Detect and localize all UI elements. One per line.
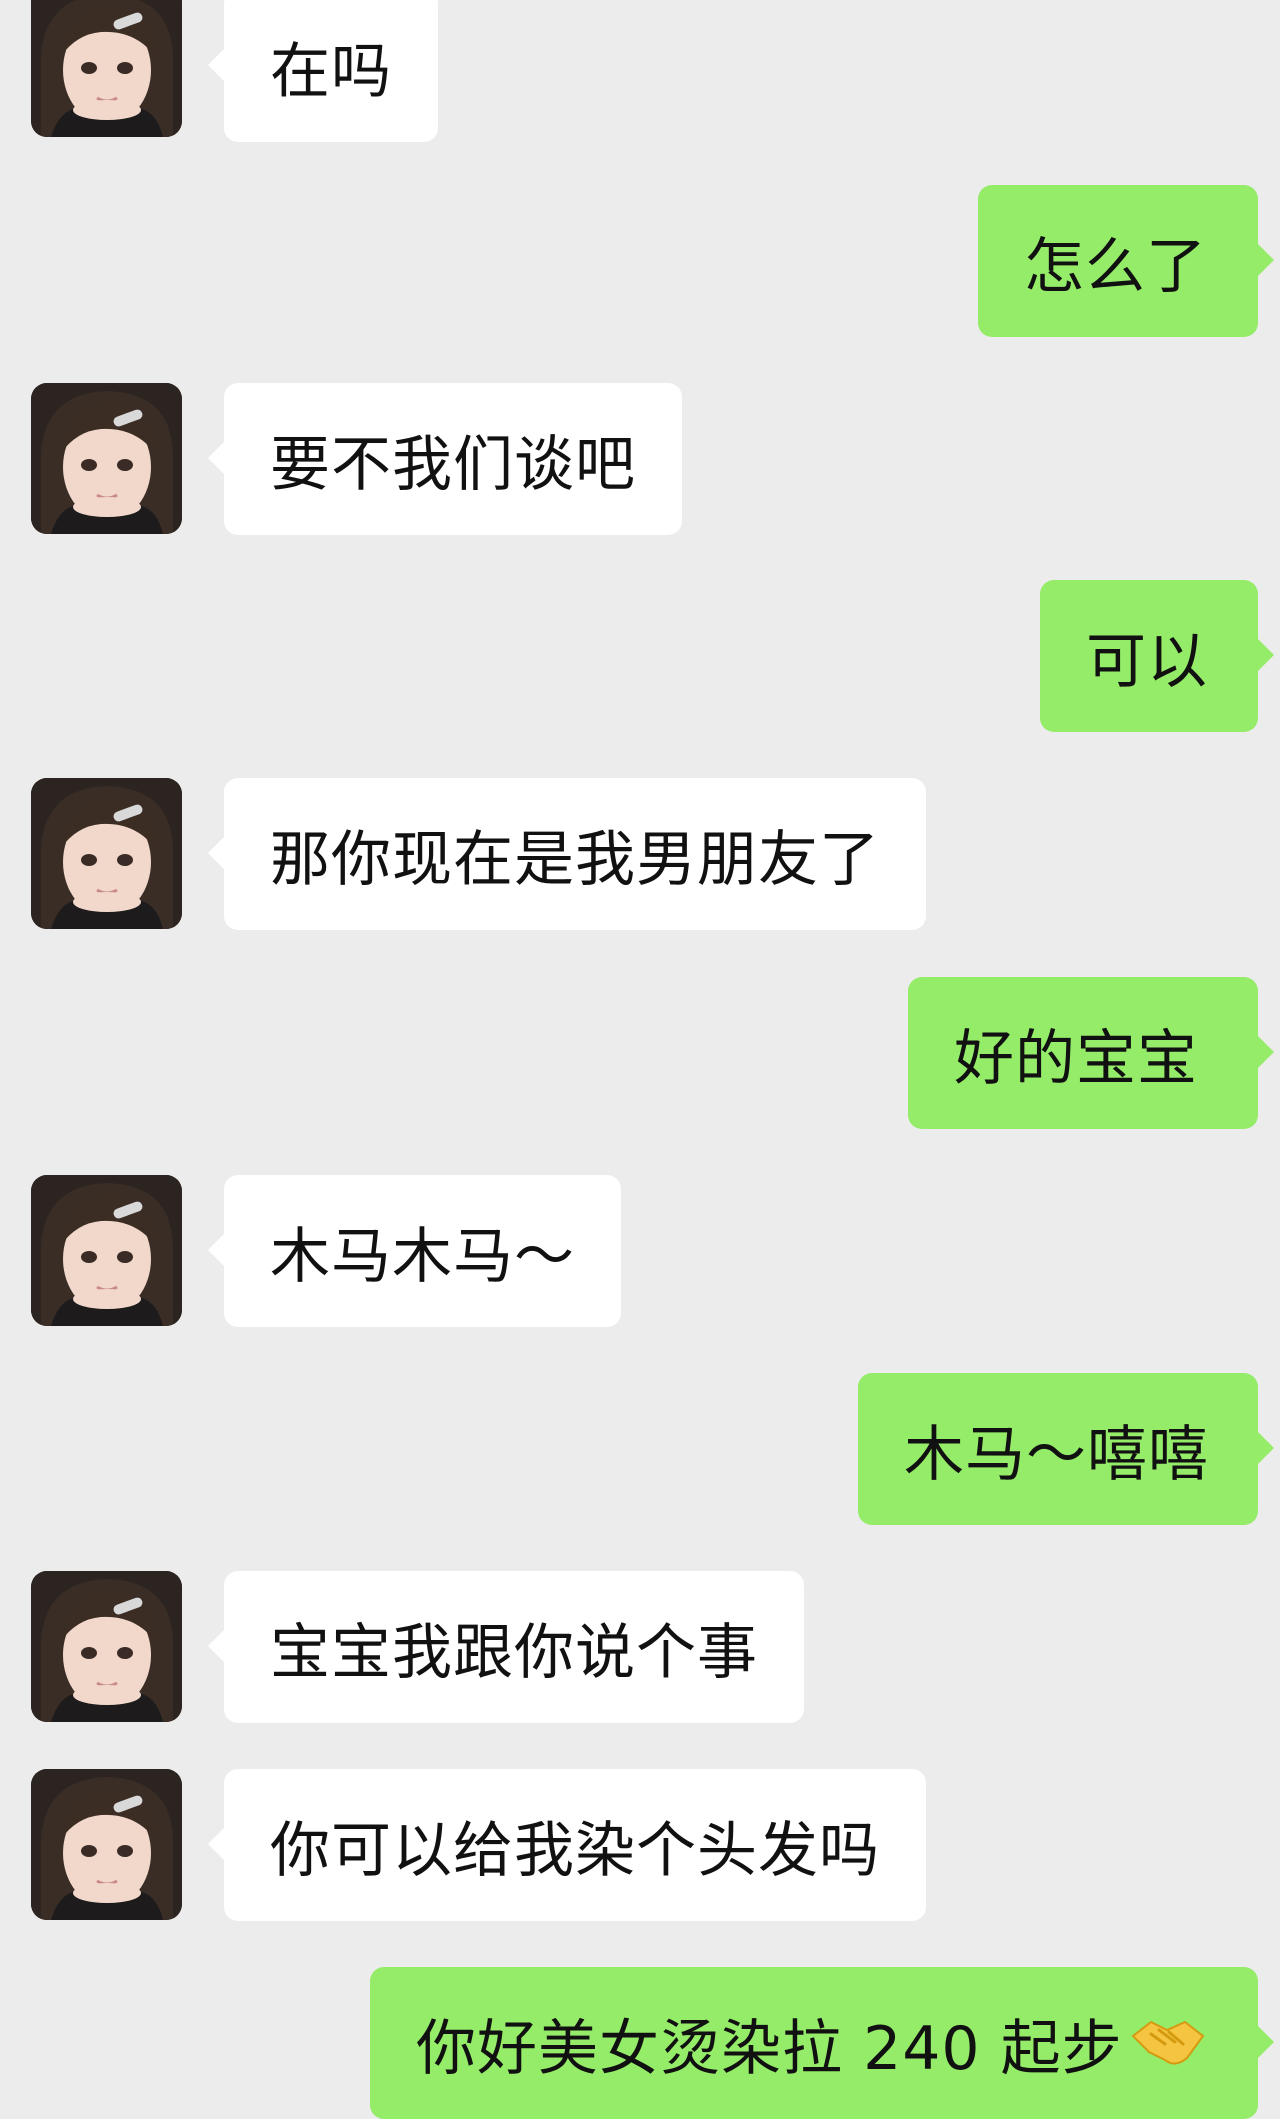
girl-avatar-icon [31,1769,182,1920]
girl-avatar-icon [31,1571,182,1722]
contact-avatar[interactable] [31,383,182,534]
girl-avatar-icon [31,778,182,929]
outgoing-message-bubble[interactable]: 怎么了 [978,185,1274,337]
incoming-message-bubble[interactable]: 你可以给我染个头发吗 [208,1769,926,1921]
message-text: 木马～嘻嘻 [904,1419,1209,1490]
message-text: 怎么了 [1024,231,1207,302]
contact-avatar[interactable] [31,778,182,929]
message-text: 你好美女烫染拉 240 起步 [416,2013,1123,2084]
message-text: 你可以给我染个头发吗 [270,1815,880,1886]
incoming-message-bubble[interactable]: 要不我们谈吧 [208,383,682,535]
girl-avatar-icon [31,383,182,534]
contact-avatar[interactable] [31,1175,182,1326]
outgoing-message-bubble[interactable]: 可以 [1040,580,1274,732]
message-text: 宝宝我跟你说个事 [270,1617,758,1688]
handshake-emoji-icon [1129,2014,1207,2072]
incoming-message-bubble[interactable]: 木马木马～ [208,1175,621,1327]
contact-avatar[interactable] [31,0,182,137]
contact-avatar[interactable] [31,1571,182,1722]
message-text: 要不我们谈吧 [270,429,636,500]
outgoing-message-bubble[interactable]: 你好美女烫染拉 240 起步 [370,1967,1274,2119]
outgoing-message-bubble[interactable]: 木马～嘻嘻 [858,1373,1274,1525]
message-text: 可以 [1086,626,1208,697]
contact-avatar[interactable] [31,1769,182,1920]
incoming-message-bubble[interactable]: 宝宝我跟你说个事 [208,1571,804,1723]
message-text: 在吗 [270,36,392,107]
incoming-message-bubble[interactable]: 在吗 [208,0,438,142]
message-text: 那你现在是我男朋友了 [270,824,880,895]
incoming-message-bubble[interactable]: 那你现在是我男朋友了 [208,778,926,930]
outgoing-message-bubble[interactable]: 好的宝宝 [908,977,1274,1129]
message-text: 好的宝宝 [954,1023,1198,1094]
girl-avatar-icon [31,0,182,137]
message-text: 木马木马～ [270,1221,575,1292]
girl-avatar-icon [31,1175,182,1326]
chat-message-list[interactable]: 在吗 怎么了 要不我们谈吧 可以 那你现在是我男朋友了 好的宝宝 木马木马～ 木… [0,0,1280,2119]
